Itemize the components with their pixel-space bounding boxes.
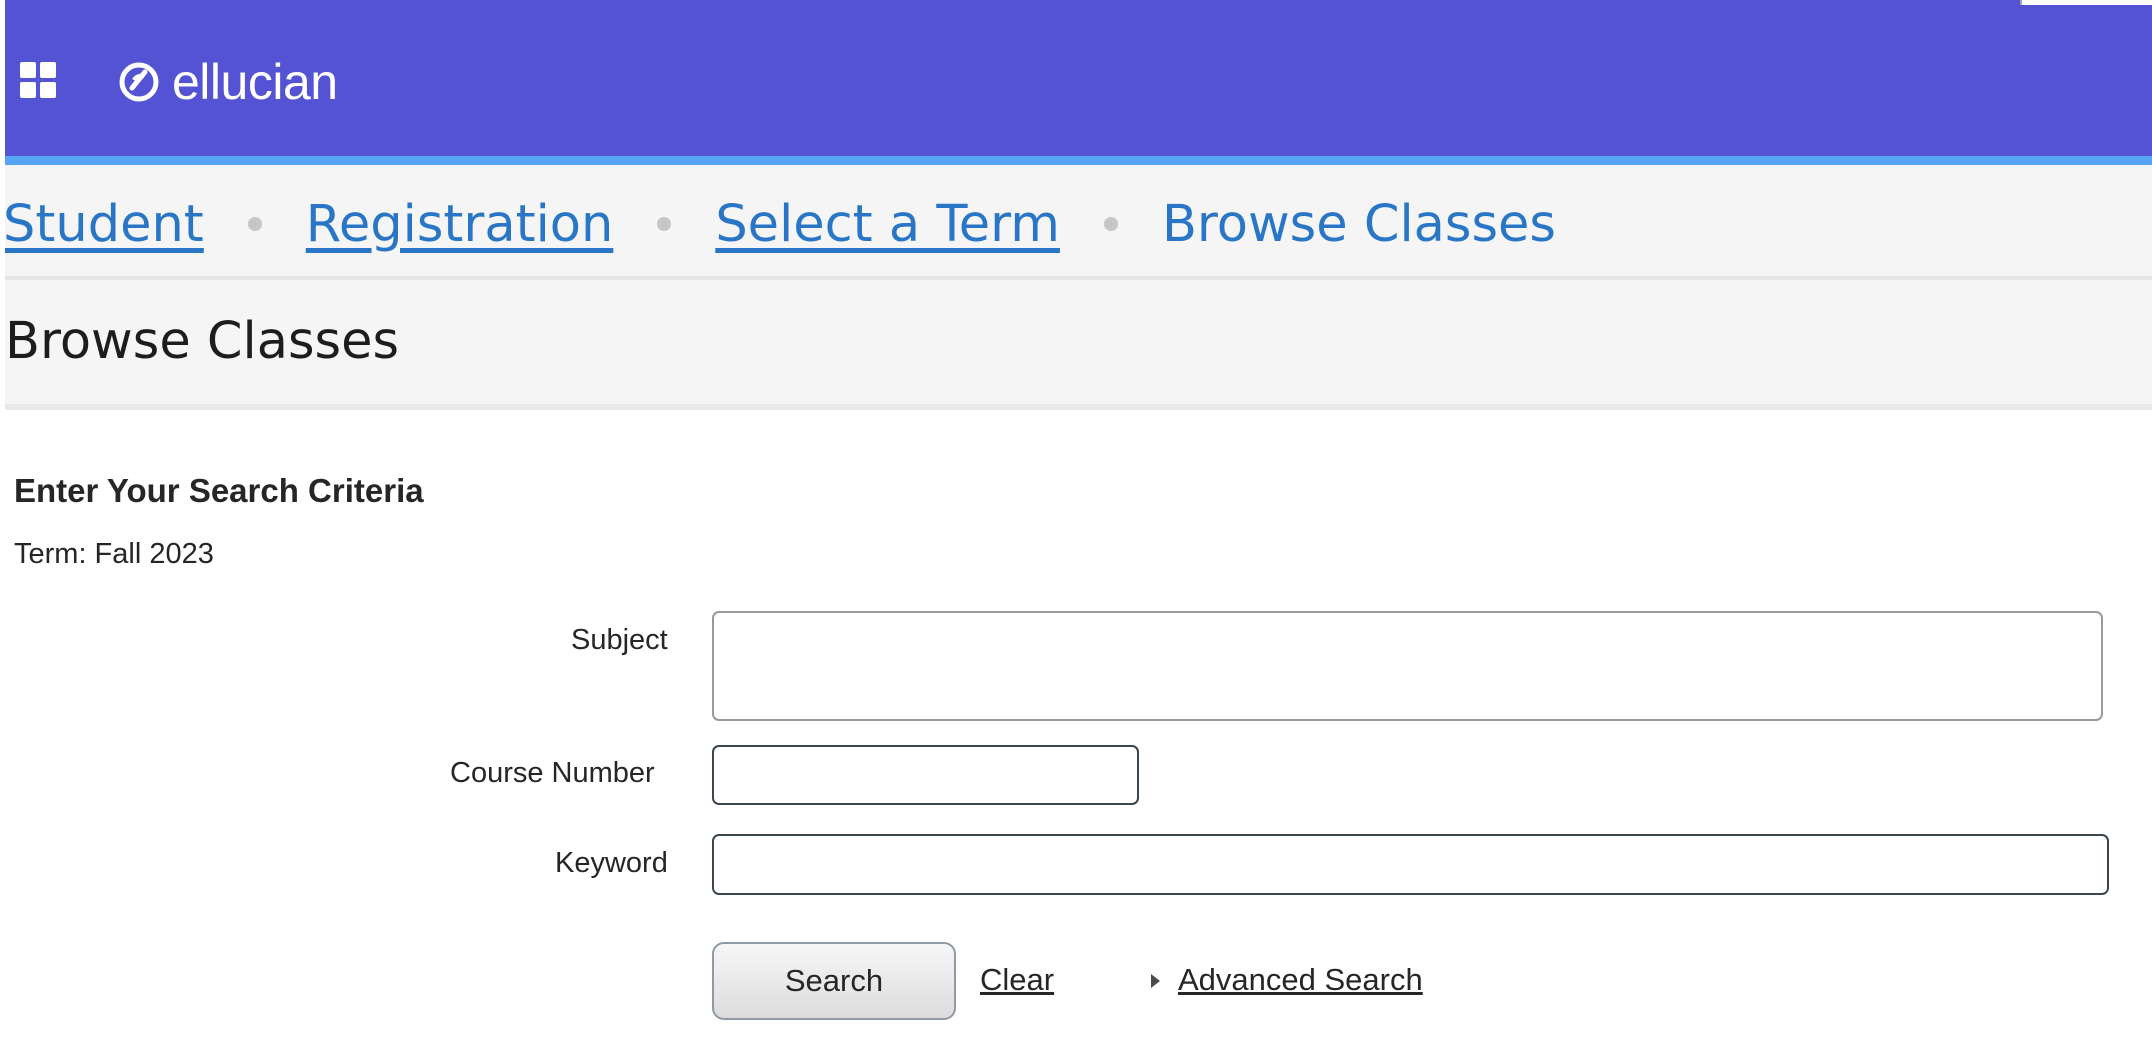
- grid-apps-icon[interactable]: [20, 62, 58, 100]
- course-number-input[interactable]: [712, 745, 1139, 805]
- subject-input[interactable]: [712, 611, 2103, 721]
- page-title: Browse Classes: [5, 312, 400, 371]
- search-criteria-heading: Enter Your Search Criteria: [14, 472, 424, 509]
- term-label: Term: Fall 2023: [14, 538, 214, 570]
- subject-label: Subject: [571, 624, 668, 656]
- keyword-input[interactable]: [712, 834, 2109, 895]
- breadcrumb-select-a-term[interactable]: Select a Term: [715, 195, 1060, 254]
- search-button[interactable]: Search: [712, 942, 956, 1020]
- clear-link[interactable]: Clear: [980, 962, 1054, 998]
- course-number-label: Course Number: [450, 757, 655, 789]
- breadcrumb: Student Registration Select a Term Brows…: [3, 188, 1556, 260]
- advanced-search-link[interactable]: Advanced Search: [1178, 962, 1423, 998]
- divider: [5, 404, 2152, 410]
- breadcrumb-separator: [1103, 217, 1118, 231]
- ellucian-logo-icon: [119, 62, 159, 102]
- breadcrumb-student[interactable]: Student: [3, 195, 204, 254]
- brand-name: ellucian: [172, 54, 338, 110]
- breadcrumb-browse-classes: Browse Classes: [1161, 194, 1556, 254]
- breadcrumb-registration[interactable]: Registration: [306, 195, 614, 254]
- keyword-label: Keyword: [555, 847, 668, 879]
- header-accent-stripe: [0, 156, 2152, 165]
- caret-right-icon: [1151, 974, 1160, 988]
- breadcrumb-separator: [247, 217, 262, 231]
- corner-tab: [2020, 0, 2152, 5]
- breadcrumb-separator: [657, 217, 672, 231]
- window-left-edge: [0, 0, 5, 1039]
- ellucian-logo[interactable]: ellucian: [118, 52, 338, 112]
